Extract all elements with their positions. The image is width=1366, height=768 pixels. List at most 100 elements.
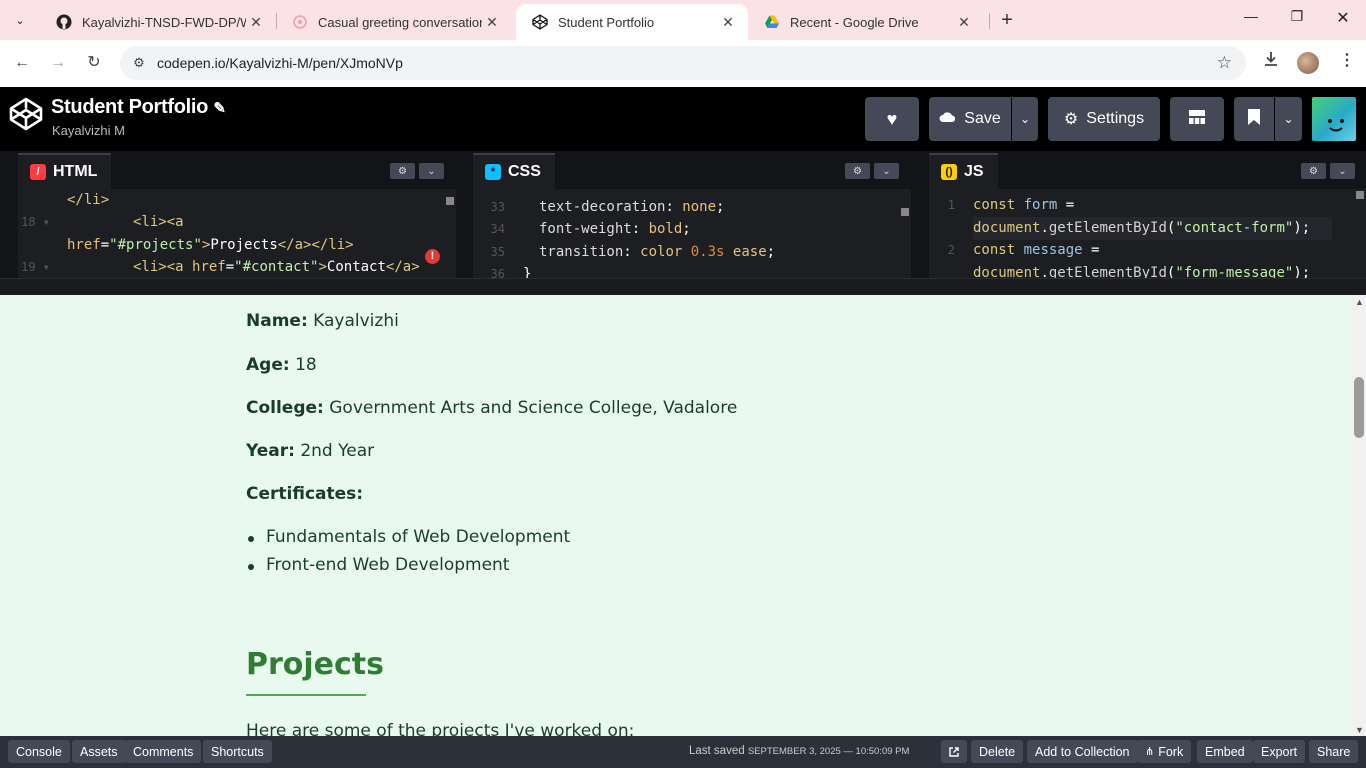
settings-label: Settings (1086, 110, 1145, 127)
certificates-label: Certificates: (246, 484, 364, 504)
js-icon: () (941, 164, 957, 180)
codepen-icon (532, 14, 548, 30)
close-tab-icon[interactable]: ✕ (718, 14, 738, 31)
chevron-down-icon[interactable]: ⌄ (1330, 163, 1355, 179)
projects-heading: Projects (246, 647, 385, 682)
heart-icon: ♥ (886, 108, 898, 129)
export-button[interactable]: Export (1253, 740, 1306, 763)
assets-button[interactable]: Assets (72, 740, 126, 763)
bookmark-options-button[interactable]: ⌄ (1275, 97, 1302, 141)
css-scrollbar[interactable] (901, 208, 909, 216)
console-button[interactable]: Console (8, 740, 70, 763)
html-code[interactable]: </li> 18 ▾ <li><a href="#projects">Projec… (18, 189, 420, 278)
bookmark-icon (1247, 108, 1261, 131)
settings-button[interactable]: ⚙ Settings (1048, 97, 1160, 141)
cloud-icon (939, 110, 956, 128)
close-tab-icon[interactable]: ✕ (246, 14, 266, 31)
browser-tab-codepen[interactable]: Student Portfolio ✕ (516, 4, 748, 40)
restore-button[interactable]: ❐ (1274, 8, 1320, 25)
js-code[interactable]: 1 const form = document.getElementById("c… (929, 189, 1332, 278)
chevron-down-icon: ⌄ (1283, 112, 1294, 126)
open-external-icon[interactable] (941, 740, 967, 763)
college-label: College: (246, 398, 324, 418)
bookmark-star-icon[interactable]: ☆ (1217, 53, 1232, 73)
gear-icon[interactable]: ⚙ (845, 163, 870, 179)
browser-tab-chat[interactable]: Casual greeting conversation ✕ (276, 4, 512, 40)
codepen-footer: Console Assets Comments Shortcuts Last s… (0, 736, 1366, 768)
scroll-down-arrow-icon[interactable]: ▼ (1355, 725, 1364, 735)
url-text[interactable]: codepen.io/Kayalvizhi-M/pen/XJmoNVp (157, 55, 403, 71)
new-tab-button[interactable]: + (996, 9, 1018, 32)
save-label: Save (964, 110, 1001, 127)
tab-title: Kayalvizhi-TNSD-FWD-DP/Wha (82, 14, 246, 30)
last-saved-label: Last saved (689, 745, 745, 757)
css-editor-pane: * CSS ⚙ ⌄ 33 text-decoration: none; 34 fon… (473, 151, 911, 278)
browser-tab-bar: ⌄ Kayalvizhi-TNSD-FWD-DP/Wha ✕ Casual gr… (0, 0, 1366, 40)
close-tab-icon[interactable]: ✕ (482, 14, 502, 31)
css-pane-controls: ⚙ ⌄ (845, 163, 899, 179)
shortcuts-button[interactable]: Shortcuts (203, 740, 272, 763)
gear-icon[interactable]: ⚙ (390, 163, 415, 179)
like-button[interactable]: ♥ (865, 97, 919, 141)
add-to-collection-button[interactable]: Add to Collection (1027, 740, 1138, 763)
browser-tab-github[interactable]: Kayalvizhi-TNSD-FWD-DP/Wha ✕ (40, 4, 276, 40)
html-scrollbar[interactable] (446, 197, 454, 205)
html-tab-label: HTML (53, 163, 98, 180)
browser-tab-drive[interactable]: Recent - Google Drive ✕ (748, 4, 984, 40)
year-value: 2nd Year (300, 441, 375, 461)
pencil-icon[interactable]: ✎ (213, 100, 226, 117)
download-icon[interactable] (1262, 50, 1280, 73)
last-saved-status: Last saved SEPTEMBER 3, 2025 — 10:50:09 … (689, 745, 909, 757)
list-item: Fundamentals of Web Development (247, 527, 571, 547)
save-options-button[interactable]: ⌄ (1012, 97, 1038, 141)
js-scrollbar[interactable] (1356, 191, 1364, 199)
codepen-logo-icon[interactable] (9, 97, 43, 131)
css-icon: * (485, 164, 501, 180)
fork-button[interactable]: ⋔ Fork (1137, 740, 1192, 763)
close-window-button[interactable]: ✕ (1320, 8, 1366, 28)
college-field: College: Government Arts and Science Col… (246, 398, 737, 418)
reload-icon[interactable]: ↻ (83, 52, 105, 74)
site-info-icon[interactable]: ⚙ (128, 55, 150, 71)
error-icon[interactable]: ! (425, 249, 440, 264)
pen-title[interactable]: Student Portfolio ✎ (51, 96, 226, 119)
close-tab-icon[interactable]: ✕ (954, 14, 974, 31)
browser-menu-icon[interactable]: ⋮ (1339, 50, 1355, 70)
tab-title: Recent - Google Drive (790, 14, 919, 30)
scroll-up-arrow-icon[interactable]: ▲ (1355, 297, 1364, 307)
css-code[interactable]: 33 text-decoration: none; 34 font-weight: … (473, 189, 875, 278)
age-value: 18 (295, 355, 317, 375)
chevron-down-icon: ⌄ (1019, 112, 1031, 126)
year-field: Year: 2nd Year (246, 441, 374, 461)
js-editor-tab[interactable]: () JS (929, 153, 998, 189)
pen-author[interactable]: Kayalvizhi M (52, 123, 125, 138)
fork-icon: ⋔ (1145, 746, 1155, 758)
name-value: Kayalvizhi (313, 311, 399, 331)
chevron-down-icon[interactable]: ⌄ (874, 163, 899, 179)
preview-scrollbar[interactable]: ▲ ▼ (1352, 295, 1366, 736)
css-editor-tab[interactable]: * CSS (473, 153, 555, 189)
address-bar[interactable]: ⚙ codepen.io/Kayalvizhi-M/pen/XJmoNVp ☆ (120, 46, 1246, 80)
embed-button[interactable]: Embed (1197, 740, 1253, 763)
comments-button[interactable]: Comments (125, 740, 202, 763)
gear-icon[interactable]: ⚙ (1301, 163, 1326, 179)
projects-intro: Here are some of the projects I've worke… (246, 721, 635, 736)
forward-arrow-icon[interactable]: → (47, 52, 69, 74)
minimize-button[interactable]: — (1228, 8, 1274, 24)
user-avatar[interactable] (1312, 97, 1356, 141)
pen-title-text: Student Portfolio (51, 96, 209, 118)
html-editor-tab[interactable]: / HTML (18, 153, 112, 189)
profile-avatar[interactable] (1297, 52, 1319, 74)
save-button[interactable]: Save (929, 97, 1011, 141)
editor-resize-handle[interactable] (0, 278, 1366, 295)
tab-search-button[interactable]: ⌄ (8, 8, 32, 32)
back-arrow-icon[interactable]: ← (11, 52, 33, 74)
js-editor-pane: () JS ⚙ ⌄ 1 const form = document.getElem… (929, 151, 1366, 278)
scrollbar-thumb[interactable] (1354, 377, 1364, 438)
fork-label: Fork (1158, 744, 1184, 759)
bookmark-button[interactable] (1234, 97, 1274, 141)
share-button[interactable]: Share (1309, 740, 1359, 763)
layout-button[interactable] (1170, 97, 1224, 141)
delete-button[interactable]: Delete (971, 740, 1024, 763)
chevron-down-icon[interactable]: ⌄ (419, 163, 444, 179)
